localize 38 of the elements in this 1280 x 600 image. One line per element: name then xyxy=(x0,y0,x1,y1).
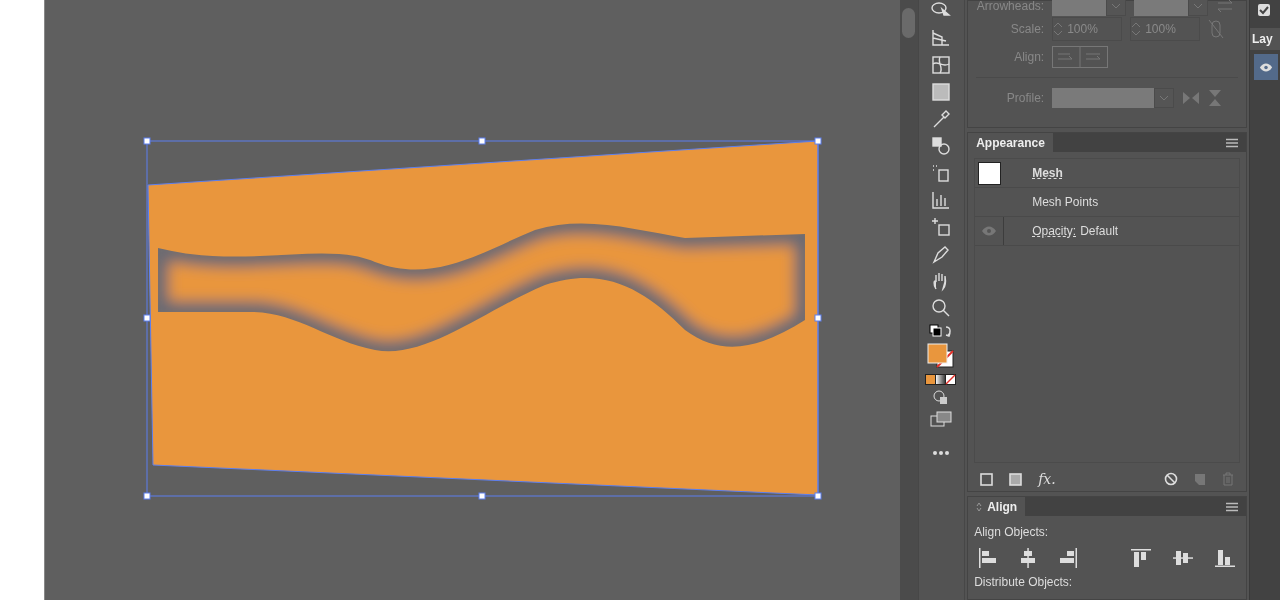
add-fill-icon[interactable] xyxy=(1009,472,1023,486)
appearance-item[interactable]: Mesh Points xyxy=(1032,195,1099,209)
scrollbar-thumb[interactable] xyxy=(902,8,916,38)
add-stroke-icon[interactable] xyxy=(980,472,994,486)
fill-stroke-swatch[interactable] xyxy=(927,343,956,369)
eye-icon[interactable] xyxy=(1259,62,1273,72)
mesh-icon[interactable] xyxy=(930,54,953,76)
appearance-item[interactable]: Mesh xyxy=(1032,166,1063,180)
shape-builder-icon[interactable] xyxy=(930,135,953,157)
chevron-down-icon xyxy=(1159,95,1170,101)
section-label: Align Objects: xyxy=(973,524,1050,539)
add-effect-button[interactable]: fx. xyxy=(1038,471,1056,487)
artboard-icon[interactable] xyxy=(930,216,953,238)
chevron-down-icon xyxy=(1111,3,1122,9)
attribute-link[interactable]: Opacity: xyxy=(1032,224,1077,238)
gradient-icon[interactable] xyxy=(930,81,953,103)
draw-mode-icon[interactable] xyxy=(933,390,950,406)
panel-tab[interactable]: Appearance xyxy=(968,133,1053,152)
more-tools-icon[interactable] xyxy=(932,450,951,456)
chevron-down-icon xyxy=(1193,3,1204,9)
panel-tab[interactable]: Align xyxy=(968,497,1026,516)
default-colors-icon[interactable] xyxy=(929,324,954,338)
align-right-icon[interactable] xyxy=(1058,547,1079,569)
color-mode-icon[interactable] xyxy=(925,374,958,385)
layer-row[interactable] xyxy=(1254,54,1278,80)
panel-tab[interactable]: Lay xyxy=(1250,28,1280,50)
align-bottom-icon[interactable] xyxy=(1214,548,1236,568)
panel-menu-icon[interactable] xyxy=(1226,137,1238,148)
clear-icon[interactable] xyxy=(1164,472,1178,486)
align-vertical-center-icon[interactable] xyxy=(1172,548,1194,568)
panel-menu-icon[interactable] xyxy=(1226,501,1238,512)
section-label: Distribute Objects: xyxy=(973,574,1074,589)
align-top-icon[interactable] xyxy=(1130,548,1152,568)
attribute-value: Default xyxy=(1080,224,1119,238)
screen-mode-icon[interactable] xyxy=(930,411,953,427)
fill-swatch xyxy=(977,161,1001,185)
align-left-icon[interactable] xyxy=(978,547,999,569)
checkbox[interactable] xyxy=(1258,4,1270,16)
